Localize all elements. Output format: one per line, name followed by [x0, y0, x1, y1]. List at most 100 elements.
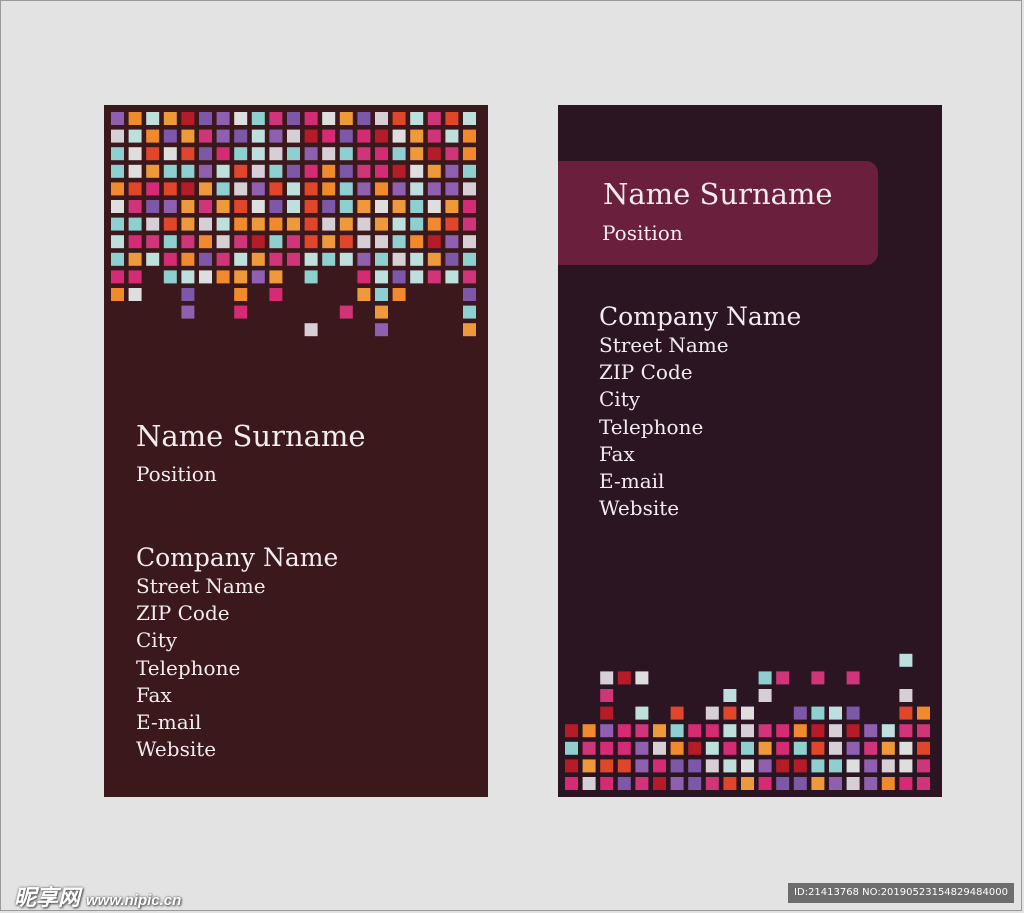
- mosaic-tile: [111, 288, 124, 301]
- mosaic-tile: [375, 270, 388, 284]
- mosaic-tile: [234, 305, 248, 319]
- mosaic-tile: [111, 200, 124, 213]
- mosaic-tile: [427, 235, 441, 249]
- mosaic-tile: [600, 741, 614, 755]
- mosaic-tile: [688, 724, 702, 738]
- mosaic-tile: [392, 200, 406, 213]
- mosaic-tile: [392, 164, 406, 178]
- mosaic-tile: [181, 164, 195, 178]
- mosaic-tile: [234, 164, 248, 178]
- mosaic-tile: [269, 235, 283, 249]
- mosaic-tile: [881, 759, 895, 773]
- mosaic-tile: [811, 777, 825, 790]
- mosaic-tile: [234, 288, 248, 301]
- mosaic-tile: [881, 777, 895, 790]
- mosaic-tile: [339, 112, 353, 125]
- mosaic-tile: [829, 759, 842, 773]
- mosaic-tile: [410, 270, 424, 284]
- mosaic-tile: [582, 777, 596, 790]
- mosaic-tile: [723, 759, 737, 773]
- mosaic-tile: [234, 252, 248, 266]
- mosaic-tile: [339, 235, 353, 249]
- mosaic-tile: [811, 671, 825, 685]
- mosaic-tile: [427, 182, 441, 196]
- card-position: Position: [602, 221, 683, 245]
- street-line: Street Name: [599, 333, 729, 357]
- mosaic-tile: [758, 689, 772, 702]
- mosaic-tile: [287, 235, 300, 249]
- mosaic-tile: [917, 777, 930, 790]
- mosaic-tile: [463, 323, 476, 337]
- mosaic-tile: [339, 129, 353, 143]
- mosaic-tile: [741, 706, 754, 720]
- mosaic-tile: [304, 129, 318, 143]
- mosaic-tile: [635, 741, 649, 755]
- mosaic-tile: [811, 741, 825, 755]
- mosaic-tile: [216, 252, 230, 266]
- mosaic-tile: [410, 252, 424, 266]
- business-card-left: Name Surname Position Company Name Stree…: [104, 105, 488, 797]
- mosaic-tile: [864, 759, 878, 773]
- mosaic-tile: [670, 759, 684, 773]
- mosaic-tile: [251, 200, 265, 213]
- mosaic-tile: [899, 653, 913, 667]
- mosaic-tile: [582, 759, 596, 773]
- mosaic-tile: [375, 235, 388, 249]
- mosaic-tile: [793, 759, 807, 773]
- mosaic-tile: [339, 182, 353, 196]
- mosaic-tile: [111, 147, 124, 161]
- mosaic-tile: [322, 200, 336, 213]
- mosaic-tile: [111, 235, 124, 249]
- mosaic-tile: [427, 147, 441, 161]
- mosaic-tile: [811, 706, 825, 720]
- mosaic-tile: [199, 182, 212, 196]
- mosaic-tile: [357, 235, 371, 249]
- mosaic-tile: [899, 724, 913, 738]
- mosaic-tile: [251, 182, 265, 196]
- mosaic-tile: [163, 112, 177, 125]
- mosaic-tile: [128, 129, 142, 143]
- mosaic-tile: [463, 147, 476, 161]
- mosaic-tile: [269, 129, 283, 143]
- zip-line: ZIP Code: [136, 601, 230, 626]
- mosaic-tile: [829, 724, 842, 738]
- mosaic-tile: [199, 217, 212, 231]
- mosaic-tile: [793, 741, 807, 755]
- mosaic-tile: [322, 112, 336, 125]
- mosaic-tile: [600, 777, 614, 790]
- mosaic-tile: [776, 724, 790, 738]
- mosaic-tile: [357, 288, 371, 301]
- mosaic-tile: [899, 777, 913, 790]
- mosaic-tile: [410, 200, 424, 213]
- mosaic-tile: [565, 777, 578, 790]
- mosaic-tile: [111, 129, 124, 143]
- fax-line: Fax: [599, 441, 635, 466]
- mosaic-tile: [445, 270, 459, 284]
- mosaic-tile: [899, 706, 913, 720]
- mosaic-tile: [216, 217, 230, 231]
- mosaic-tile: [322, 235, 336, 249]
- mosaic-tile: [793, 777, 807, 790]
- mosaic-tile: [357, 200, 371, 213]
- mosaic-tile: [128, 270, 142, 284]
- mosaic-tile: [723, 777, 737, 790]
- mosaic-tile: [146, 112, 160, 125]
- mosaic-tile: [199, 270, 212, 284]
- mosaic-tile: [163, 235, 177, 249]
- mosaic-tile: [251, 252, 265, 266]
- mosaic-tile: [146, 252, 160, 266]
- mosaic-tile: [670, 706, 684, 720]
- mosaic-tile: [723, 724, 737, 738]
- mosaic-tile: [670, 724, 684, 738]
- mosaic-tile: [163, 164, 177, 178]
- mosaic-tile: [269, 288, 283, 301]
- mosaic-tile: [427, 270, 441, 284]
- mosaic-tile: [375, 129, 388, 143]
- mosaic-tile: [899, 689, 913, 702]
- mosaic-tile: [181, 147, 195, 161]
- mosaic-tile: [705, 759, 719, 773]
- mosaic-tile: [322, 164, 336, 178]
- mosaic-tile: [234, 112, 248, 125]
- mosaic-tile: [864, 724, 878, 738]
- watermark-site: www.nipic.cn: [86, 892, 182, 909]
